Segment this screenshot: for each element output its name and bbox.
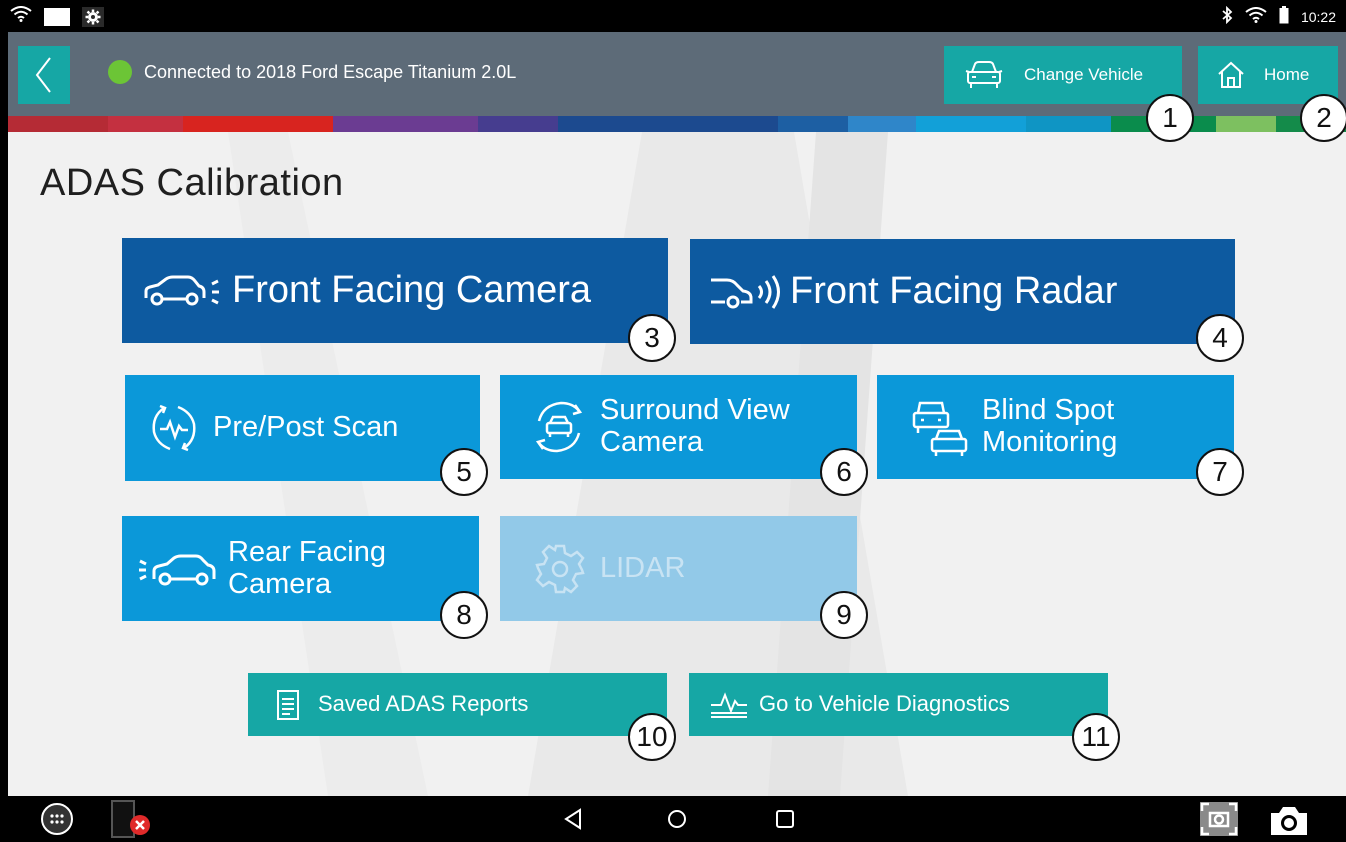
- home-label: Home: [1264, 65, 1310, 84]
- home-circle-icon: [668, 810, 686, 828]
- surround-view-line2: Camera: [600, 426, 704, 458]
- saved-adas-reports-button[interactable]: Saved ADAS Reports: [248, 673, 667, 736]
- lidar-label: LIDAR: [600, 551, 686, 584]
- lidar-tile: LIDAR: [500, 516, 857, 621]
- pre-post-scan-label: Pre/Post Scan: [213, 411, 399, 444]
- front-facing-camera-tile[interactable]: Front Facing Camera: [122, 238, 668, 343]
- system-nav-bar: [0, 796, 1346, 842]
- nav-recents-button[interactable]: [772, 806, 798, 832]
- surround-view-car-icon: [500, 397, 600, 457]
- camera-icon: [1271, 807, 1307, 835]
- vehicle-diagnostics-label: Go to Vehicle Diagnostics: [759, 691, 1010, 717]
- notification-icon: [44, 7, 70, 26]
- vehicle-diagnostics-button[interactable]: Go to Vehicle Diagnostics: [689, 673, 1108, 736]
- change-vehicle-button[interactable]: Change Vehicle: [944, 46, 1182, 104]
- recents-square-icon: [776, 810, 794, 828]
- blind-spot-label: Blind Spot Monitoring: [982, 394, 1118, 459]
- surround-view-label: Surround View Camera: [600, 394, 790, 459]
- callout-marker: 4: [1196, 314, 1244, 362]
- car-front-icon: [965, 61, 1003, 88]
- document-icon: [248, 689, 318, 721]
- wifi-icon: [10, 6, 32, 27]
- screenshot-button[interactable]: [1198, 800, 1240, 838]
- callout-marker: 1: [1146, 94, 1194, 142]
- screenshot-icon: [1200, 802, 1238, 836]
- rear-camera-car-icon: [122, 549, 228, 589]
- bluetooth-icon: [1221, 5, 1233, 27]
- app-header: Connected to 2018 Ford Escape Titanium 2…: [8, 32, 1346, 116]
- callout-marker: 5: [440, 448, 488, 496]
- front-facing-radar-tile[interactable]: Front Facing Radar: [690, 239, 1235, 344]
- nav-home-button[interactable]: [664, 806, 690, 832]
- front-facing-camera-label: Front Facing Camera: [232, 268, 592, 311]
- diagnostics-graph-icon: [689, 691, 759, 719]
- front-facing-radar-label: Front Facing Radar: [790, 269, 1118, 312]
- connection-status: Connected to 2018 Ford Escape Titanium 2…: [108, 60, 516, 84]
- apps-button[interactable]: [40, 802, 74, 836]
- home-icon: [1218, 61, 1244, 88]
- app-close-button[interactable]: [110, 798, 152, 840]
- surround-view-line1: Surround View: [600, 394, 790, 427]
- connected-indicator-icon: [108, 60, 132, 84]
- front-radar-car-icon: [690, 272, 790, 312]
- rear-facing-camera-tile[interactable]: Rear Facing Camera: [122, 516, 479, 621]
- back-triangle-icon: [564, 808, 581, 830]
- pre-post-scan-tile[interactable]: Pre/Post Scan: [125, 375, 480, 481]
- battery-icon: [1279, 6, 1289, 27]
- callout-marker: 11: [1072, 713, 1120, 761]
- status-bar: 10:22: [0, 0, 1346, 32]
- gear-icon: [82, 6, 104, 27]
- change-vehicle-label: Change Vehicle: [1024, 65, 1144, 84]
- blind-spot-line2: Monitoring: [982, 426, 1118, 458]
- wifi-status-icon: [1245, 7, 1267, 26]
- callout-marker: 2: [1300, 94, 1346, 142]
- back-button[interactable]: [18, 46, 70, 104]
- app-close-icon: [111, 800, 150, 838]
- blind-spot-monitoring-tile[interactable]: Blind Spot Monitoring: [877, 375, 1234, 479]
- nav-back-button[interactable]: [560, 806, 586, 832]
- rear-camera-line2: Camera: [228, 567, 332, 600]
- blind-spot-line1: Blind Spot: [982, 394, 1115, 427]
- rear-camera-line1: Rear Facing: [228, 535, 386, 568]
- blind-spot-cars-icon: [877, 395, 982, 459]
- saved-adas-reports-label: Saved ADAS Reports: [318, 691, 529, 717]
- front-camera-car-icon: [122, 274, 232, 308]
- camera-button[interactable]: [1266, 802, 1312, 838]
- callout-marker: 3: [628, 314, 676, 362]
- scan-cycle-icon: [125, 402, 213, 454]
- callout-marker: 9: [820, 591, 868, 639]
- callout-marker: 10: [628, 713, 676, 761]
- callout-marker: 6: [820, 448, 868, 496]
- status-time: 10:22: [1300, 8, 1336, 25]
- callout-marker: 7: [1196, 448, 1244, 496]
- callout-marker: 8: [440, 591, 488, 639]
- apps-icon: [41, 803, 73, 835]
- main-content: ADAS Calibration Front Facing Camera Fro…: [8, 132, 1346, 796]
- gear-icon: [500, 543, 600, 595]
- chevron-left-icon: [35, 57, 51, 93]
- rear-facing-camera-label: Rear Facing Camera: [228, 535, 386, 601]
- surround-view-camera-tile[interactable]: Surround View Camera: [500, 375, 857, 479]
- page-title: ADAS Calibration: [40, 162, 344, 204]
- connection-text: Connected to 2018 Ford Escape Titanium 2…: [144, 61, 517, 82]
